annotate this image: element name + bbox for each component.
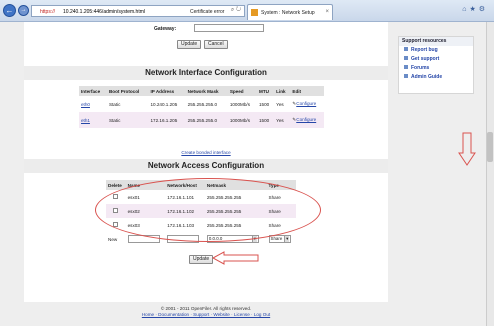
create-bonded-interface-link[interactable]: Create bonded interface [24,150,388,155]
sidebar-title: Support resources [399,37,473,46]
sidebar-item-label: Admin Guide [411,74,443,80]
table-row: eth1 Static 172.16.1.205 255.255.255.0 1… [79,112,324,128]
sidebar-item-label: Get support [411,56,440,62]
mtu: 1500 [257,96,275,112]
forward-button[interactable]: → [18,5,29,16]
back-arrow-icon: ← [5,6,14,15]
bullet-icon [404,56,408,60]
ip-address: 172.16.1.205 [148,112,186,128]
tab-network-setup[interactable]: System : Network Setup × [247,4,333,20]
interface-link[interactable]: eth0 [81,102,90,107]
back-button[interactable]: ← [3,4,16,17]
new-label: New [106,232,126,246]
boot-protocol: Static [106,96,149,112]
chevron-down-icon: ▾ [284,236,290,242]
nac-section-title: Network Access Configuration [24,159,388,173]
sidebar-item-get-support[interactable]: Get support [399,55,473,64]
link-status: Yes [274,96,291,112]
cancel-button[interactable]: Cancel [204,40,228,49]
col-header: MTU [257,86,275,96]
sidebar-item-report-bug[interactable]: Report bug [399,46,473,55]
url-host: 10.240.1.205:446/admin/system.html [63,9,145,15]
address-bar[interactable]: https:// 10.240.1.205:446/admin/system.h… [31,5,245,17]
gateway-input[interactable] [194,24,264,32]
scroll-thumb[interactable] [487,132,493,162]
configure-cell[interactable]: ✎Configure [290,96,324,112]
nic-header-row: Interface Boot Protocol IP Address Netwo… [79,86,324,96]
col-header: Link [274,86,291,96]
interface-link[interactable]: eth1 [81,118,90,123]
url-protocol: https:// [40,9,56,15]
favicon-icon [251,9,258,16]
support-resources-panel: Support resources Report bug Get support… [398,36,474,94]
close-tab-icon[interactable]: × [325,9,329,15]
footer-links[interactable]: Home · Documentation · Support · Website… [24,312,388,318]
update-button-access[interactable]: Update [189,255,214,264]
annotation-arrow-left-icon [212,251,259,265]
col-header: IP Address [148,86,186,96]
col-header: Speed [227,86,257,96]
annotation-arrow-down-icon [458,132,476,166]
star-icon[interactable]: ★ [469,6,478,13]
mtu: 1500 [257,112,275,128]
sidebar-item-label: Report bug [411,47,438,53]
type-select-value: Share [270,236,283,241]
link-status: Yes [274,112,291,128]
network-mask: 255.255.255.0 [185,96,228,112]
footer: © 2001 - 2011 OpenFiler. All rights rese… [24,306,388,318]
update-button-top[interactable]: Update [177,40,202,49]
configure-cell[interactable]: ✎Configure [290,112,324,128]
refresh-icon[interactable]: ↻ [236,7,241,13]
ip-address: 10.240.1.205 [148,96,186,112]
boot-protocol: Static [106,112,149,128]
sidebar-item-admin-guide[interactable]: Admin Guide [399,73,473,82]
annotation-ellipse [95,178,321,242]
browser-toolbar-icons: ⌂★⚙ [462,5,488,13]
bullet-icon [404,65,408,69]
tab-title: System : Network Setup [261,10,315,16]
bullet-icon [404,74,408,78]
col-header: Interface [79,86,107,96]
configure-link[interactable]: Configure [296,101,316,106]
network-mask: 255.255.255.0 [185,112,228,128]
browser-chrome: ← → https:// 10.240.1.205:446/admin/syst… [0,0,494,22]
nic-section-title: Network Interface Configuration [24,66,388,80]
table-row: eth0 Static 10.240.1.205 255.255.255.0 1… [79,96,324,112]
vertical-scrollbar[interactable] [486,22,494,326]
gateway-label: Gateway: [154,26,177,32]
col-header: Edit [290,86,324,96]
certificate-error-label[interactable]: Certificate error [190,9,224,15]
sidebar-item-forums[interactable]: Forums [399,64,473,73]
speed: 1000Mb/s [227,112,257,128]
sidebar-item-label: Forums [411,65,430,71]
col-header: Boot Protocol [106,86,149,96]
speed: 1000Mb/s [227,96,257,112]
search-icon[interactable]: ⌕ [231,7,234,13]
nic-table: Interface Boot Protocol IP Address Netwo… [79,86,324,128]
col-header: Network Mask [185,86,228,96]
address-bar-icons: ⌕ ↻ [231,7,241,14]
configure-link[interactable]: Configure [296,117,316,122]
bullet-icon [404,47,408,51]
gear-icon[interactable]: ⚙ [479,6,488,13]
main-content: Gateway: Update Cancel Network Interface… [24,22,388,317]
forward-arrow-icon: → [20,7,27,13]
